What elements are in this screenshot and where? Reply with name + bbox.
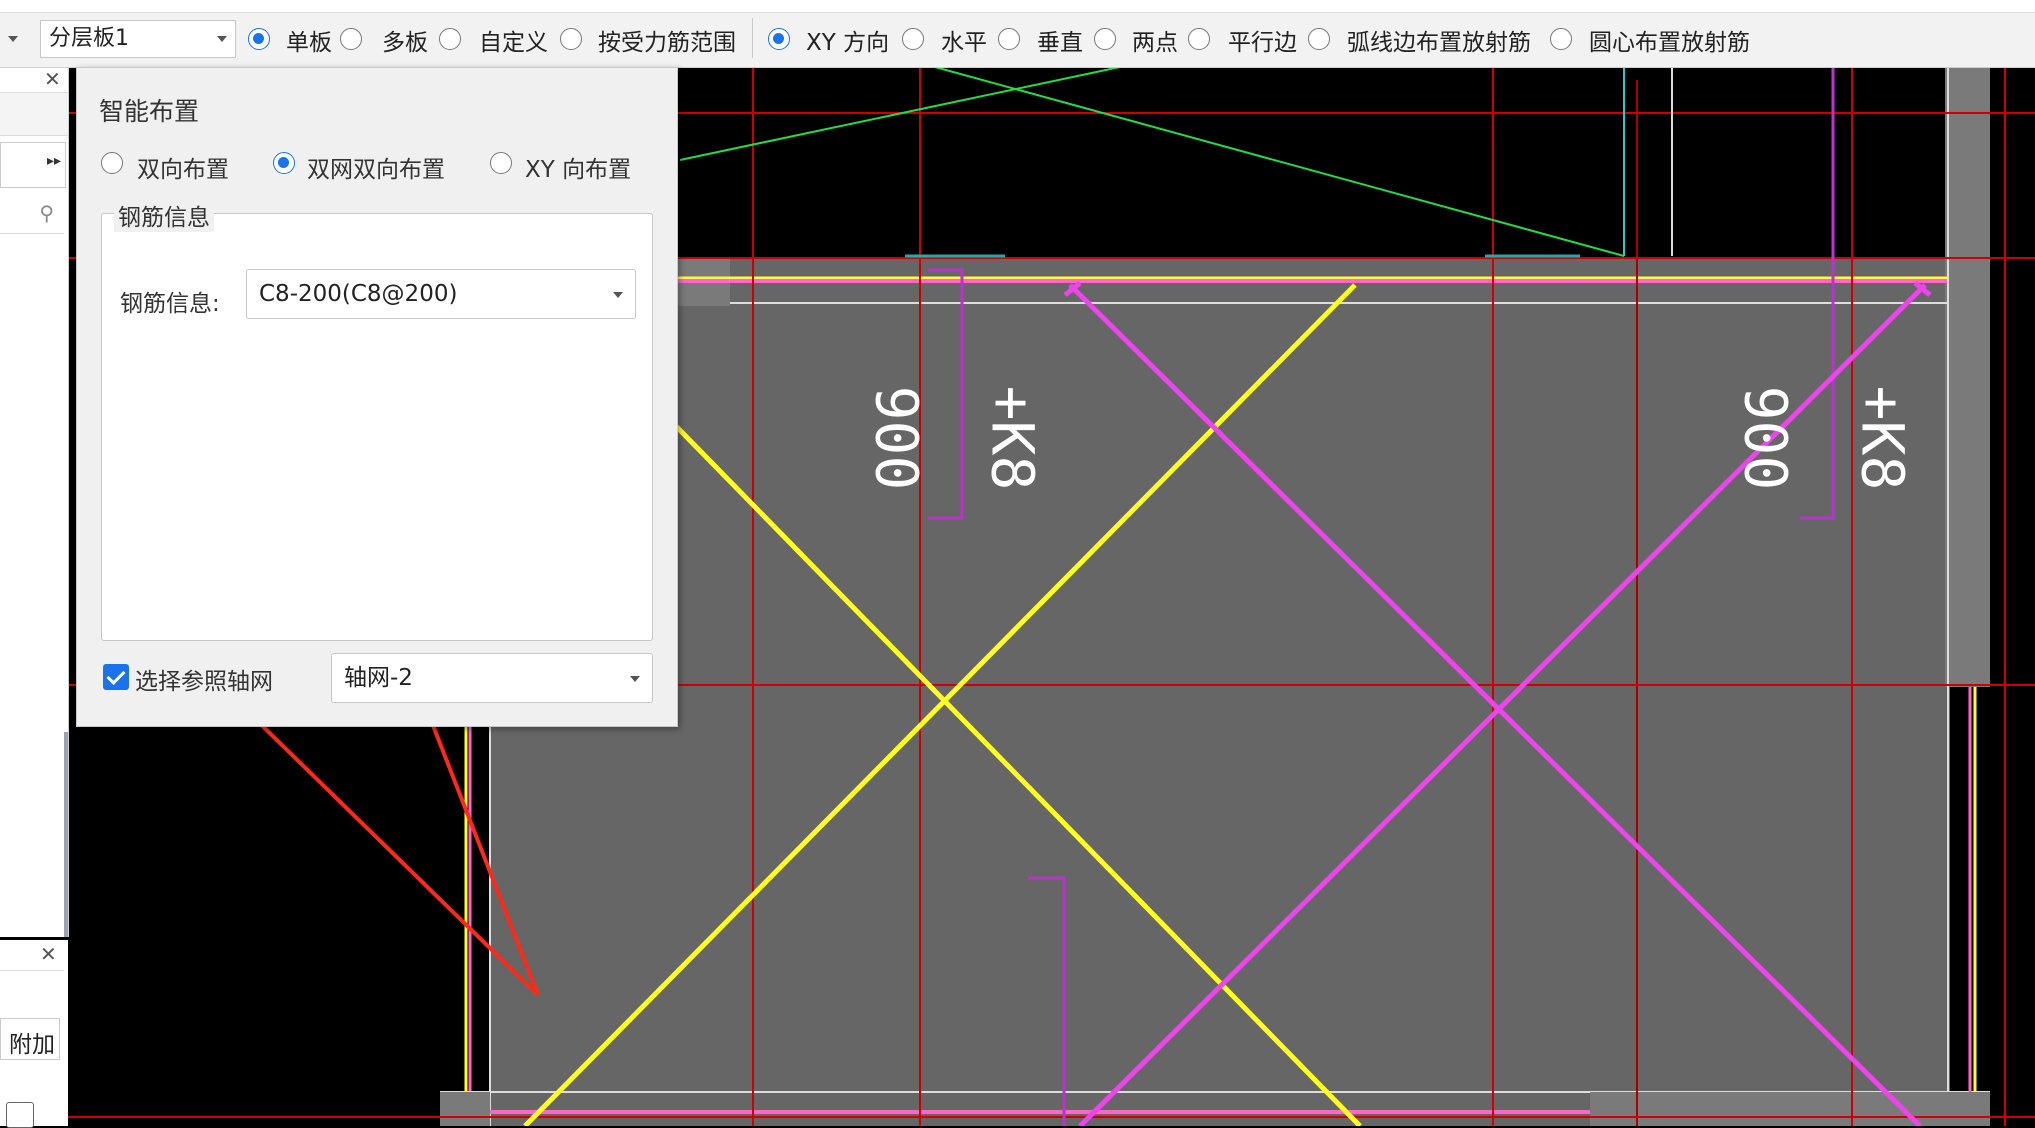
- label-horizontal: 水平: [941, 30, 987, 56]
- radio-vertical[interactable]: [998, 28, 1020, 50]
- radio-center-radial[interactable]: [1550, 28, 1572, 50]
- label-bidirectional: 双向布置: [137, 157, 229, 183]
- chevron-down-icon: [217, 36, 227, 42]
- chevron-down-icon: [630, 676, 640, 682]
- rebar-info-group-title: 钢筋信息: [114, 198, 214, 232]
- label-parallel-edge: 平行边: [1228, 30, 1297, 56]
- additional-label: 附加: [9, 1032, 55, 1058]
- label-by-stress-range: 按受力筋范围: [598, 30, 736, 56]
- label-arc-edge-radial: 弧线边布置放射筋: [1347, 30, 1531, 56]
- axis-grid-value: 轴网-2: [344, 665, 413, 691]
- axis-reference-label: 选择参照轴网: [135, 669, 273, 695]
- label-xy-direction: XY 方向: [806, 30, 890, 56]
- radio-single-board[interactable]: [248, 28, 270, 50]
- panel-header-strip: [0, 92, 68, 136]
- left-dropdown-caret[interactable]: [8, 36, 18, 42]
- radio-bidirectional[interactable]: [101, 152, 123, 174]
- panel-checkbox[interactable]: [6, 1102, 34, 1128]
- label-single-board: 单板: [286, 30, 332, 56]
- radio-custom[interactable]: [439, 28, 461, 50]
- panel-divider: [0, 970, 64, 971]
- radio-two-points[interactable]: [1094, 28, 1116, 50]
- chevron-down-icon: [613, 292, 623, 298]
- radio-parallel-edge[interactable]: [1188, 28, 1210, 50]
- smart-layout-dialog: 智能布置 双向布置 双网双向布置 XY 向布置 钢筋信息 钢筋信息: C8-20…: [76, 67, 678, 727]
- label-xy-layout: XY 向布置: [525, 157, 632, 183]
- radio-by-stress-range[interactable]: [560, 28, 582, 50]
- label-center-radial: 圆心布置放射筋: [1589, 30, 1750, 56]
- label-multi-board: 多板: [382, 30, 428, 56]
- rebar-info-select[interactable]: C8-200(C8@200): [246, 269, 636, 319]
- rebar-info-label: 钢筋信息:: [120, 291, 220, 317]
- label-two-points: 两点: [1132, 30, 1178, 56]
- search-icon[interactable]: ⚲: [39, 201, 54, 225]
- rebar-info-group: 钢筋信息 钢筋信息: C8-200(C8@200): [101, 198, 653, 641]
- toolbar-separator: [752, 18, 753, 58]
- toolbar-top-strip: [0, 0, 2035, 13]
- left-bottom-panel: ✕ 附加: [0, 940, 68, 1128]
- radio-horizontal[interactable]: [902, 28, 924, 50]
- panel-cell: 附加: [0, 1018, 60, 1060]
- axis-grid-select[interactable]: 轴网-2: [331, 653, 653, 703]
- rebar-info-value: C8-200(C8@200): [259, 281, 458, 307]
- top-toolbar: 分层板1 单板 多板 自定义 按受力筋范围 XY 方向 水平 垂直 两点 平行边…: [0, 0, 2035, 68]
- radio-xy-direction[interactable]: [768, 28, 790, 50]
- rebar-mark-label: +K8: [1848, 385, 1917, 491]
- layer-select-value: 分层板1: [49, 26, 129, 51]
- expand-icon[interactable]: ▸▸: [47, 153, 61, 169]
- dialog-title: 智能布置: [99, 97, 200, 126]
- label-custom: 自定义: [479, 30, 548, 56]
- label-vertical: 垂直: [1037, 30, 1083, 56]
- dimension-label: 900: [862, 385, 931, 491]
- dimension-label: 900: [1731, 385, 1800, 491]
- axis-reference-checkbox[interactable]: [103, 664, 129, 690]
- radio-double-net-bidirectional[interactable]: [273, 152, 295, 174]
- radio-arc-edge-radial[interactable]: [1308, 28, 1330, 50]
- panel-row[interactable]: ▸▸: [0, 142, 66, 188]
- layer-select[interactable]: 分层板1: [40, 20, 236, 58]
- label-double-net-bidirectional: 双网双向布置: [307, 157, 445, 183]
- close-icon[interactable]: ✕: [40, 942, 57, 966]
- left-side-panel: ✕ ▸▸ ⚲: [0, 67, 69, 937]
- panel-scroll-strip: [64, 732, 68, 937]
- rebar-mark-label: +K8: [978, 385, 1047, 491]
- radio-xy-layout[interactable]: [490, 152, 512, 174]
- radio-multi-board[interactable]: [340, 28, 362, 50]
- close-icon[interactable]: ✕: [44, 67, 61, 91]
- panel-search[interactable]: ⚲: [0, 195, 64, 234]
